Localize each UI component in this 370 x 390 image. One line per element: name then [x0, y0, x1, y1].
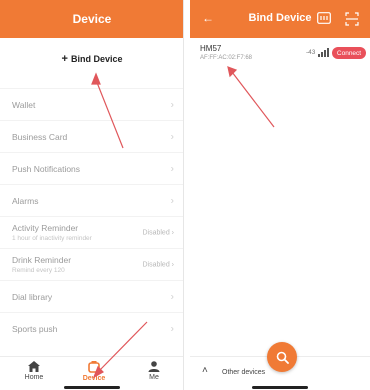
chevron-right-icon: ›: [170, 163, 174, 174]
device-screen: Device + Bind Device Wallet › Business C…: [0, 0, 184, 390]
chevron-right-icon: ›: [170, 291, 174, 302]
search-button[interactable]: [267, 342, 297, 372]
connect-button[interactable]: Connect: [332, 47, 366, 59]
chevron-right-icon: ›: [170, 323, 174, 334]
state-label: Disabled: [142, 261, 170, 268]
menu-item-label: Wallet: [12, 99, 36, 110]
menu-item-label: Drink Reminder: [12, 255, 72, 265]
barcode-icon[interactable]: [317, 12, 331, 24]
menu-item-activity-reminder[interactable]: Activity Reminder 1 hour of inactivity r…: [0, 216, 183, 248]
search-icon: [276, 351, 289, 364]
bottom-tab-bar: Home Device Me: [0, 356, 183, 390]
menu-item-label: Alarms: [12, 195, 39, 206]
device-name: HM57: [200, 44, 222, 53]
tab-device[interactable]: Device: [74, 361, 114, 387]
tab-me[interactable]: Me: [134, 361, 174, 387]
signal-strength-value: -43: [306, 49, 316, 56]
chevron-up-icon[interactable]: ˄: [202, 365, 208, 376]
menu-item-label: Sports push: [12, 323, 58, 334]
state-label: Disabled: [142, 229, 170, 236]
home-indicator: [64, 386, 120, 389]
scan-icon[interactable]: [345, 12, 359, 26]
watch-icon: [88, 361, 100, 373]
page-title: Device: [72, 12, 112, 26]
bind-device-label: Bind Device: [70, 54, 123, 64]
menu-item-label: Push Notifications: [12, 163, 81, 174]
menu-item-label: Activity Reminder: [12, 223, 79, 233]
menu-item-state: Disabled ›: [142, 261, 174, 268]
chevron-right-icon: ›: [170, 131, 174, 142]
chevron-right-icon: ›: [170, 99, 174, 110]
page-title: Bind Device: [248, 12, 312, 24]
header: Device: [0, 0, 183, 38]
menu-item-label: Business Card: [12, 131, 68, 142]
device-list-item[interactable]: HM57 AF:FF:AC:02:F7:68 -43 Connect: [190, 44, 370, 66]
home-icon: [28, 361, 40, 372]
menu-item-business-card[interactable]: Business Card ›: [0, 120, 183, 152]
menu-item-label: Dial library: [12, 291, 53, 302]
other-devices-label: Other devices: [222, 369, 266, 376]
tab-label: Me: [149, 374, 159, 381]
signal-bars-icon: [318, 48, 329, 57]
menu-item-wallet[interactable]: Wallet ›: [0, 88, 183, 120]
person-icon: [148, 361, 160, 372]
tab-label: Home: [24, 374, 44, 381]
plus-icon: +: [61, 53, 68, 65]
home-indicator: [252, 386, 308, 389]
menu-item-state: Disabled ›: [142, 229, 174, 236]
chevron-right-icon: ›: [170, 195, 174, 206]
device-mac-address: AF:FF:AC:02:F7:68: [200, 55, 253, 61]
menu-item-drink-reminder[interactable]: Drink Reminder Remind every 120 Disabled…: [0, 248, 183, 280]
menu-item-alarms[interactable]: Alarms ›: [0, 184, 183, 216]
menu-item-push-notifications[interactable]: Push Notifications ›: [0, 152, 183, 184]
menu-item-subtitle: 1 hour of inactivity reminder: [12, 235, 92, 242]
header: ← Bind Device: [190, 0, 370, 38]
bind-device-button[interactable]: + Bind Device: [0, 44, 183, 74]
tab-home[interactable]: Home: [14, 361, 54, 387]
tab-label: Device: [82, 375, 106, 382]
bind-device-screen: ← Bind Device HM57 AF:FF:AC:02:F7:68 -43…: [190, 0, 370, 390]
settings-menu: Wallet › Business Card › Push Notificati…: [0, 88, 183, 344]
menu-item-sports-push[interactable]: Sports push ›: [0, 312, 183, 344]
menu-item-subtitle: Remind every 120: [12, 267, 65, 274]
menu-item-dial-library[interactable]: Dial library ›: [0, 280, 183, 312]
